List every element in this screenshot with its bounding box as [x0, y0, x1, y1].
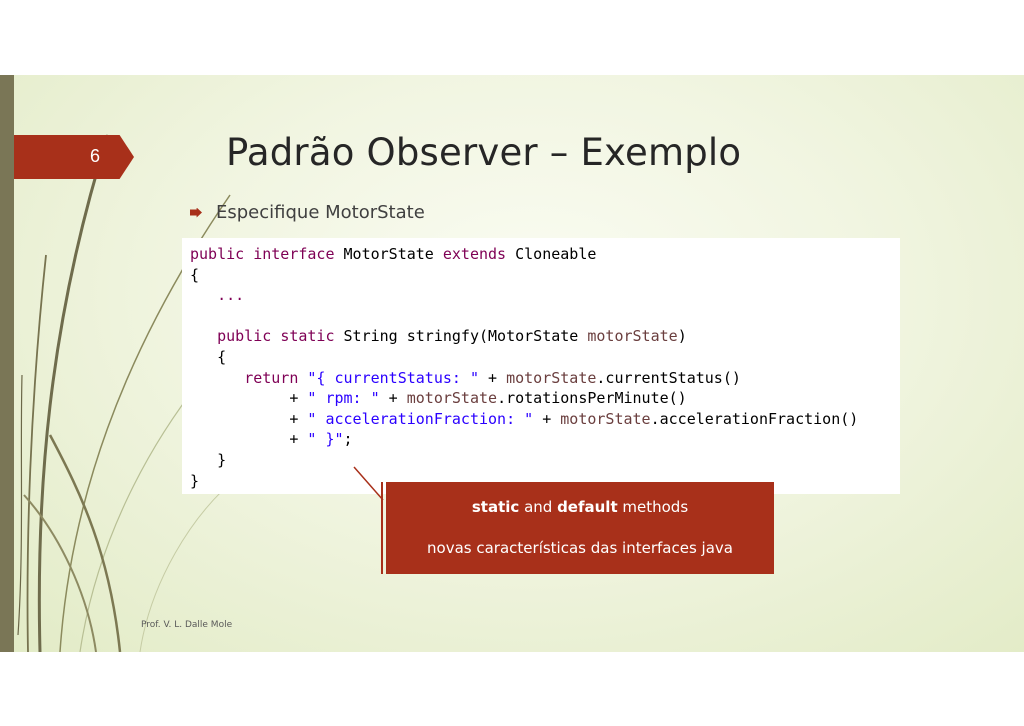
callout-and: and	[519, 498, 558, 516]
callout-side-bar	[381, 482, 383, 574]
callout-box: static and default methods novas caracte…	[386, 482, 774, 574]
callout-default: default	[557, 498, 618, 516]
callout-line-1: static and default methods	[386, 498, 774, 516]
footer-author: Prof. V. L. Dalle Mole	[141, 620, 233, 630]
callout-static: static	[471, 498, 520, 516]
callout-methods: methods	[617, 498, 689, 516]
callout-line-2: novas características das interfaces jav…	[427, 539, 733, 557]
slide: 6 Padrão Observer – Exemplo Especifique …	[0, 75, 1024, 652]
